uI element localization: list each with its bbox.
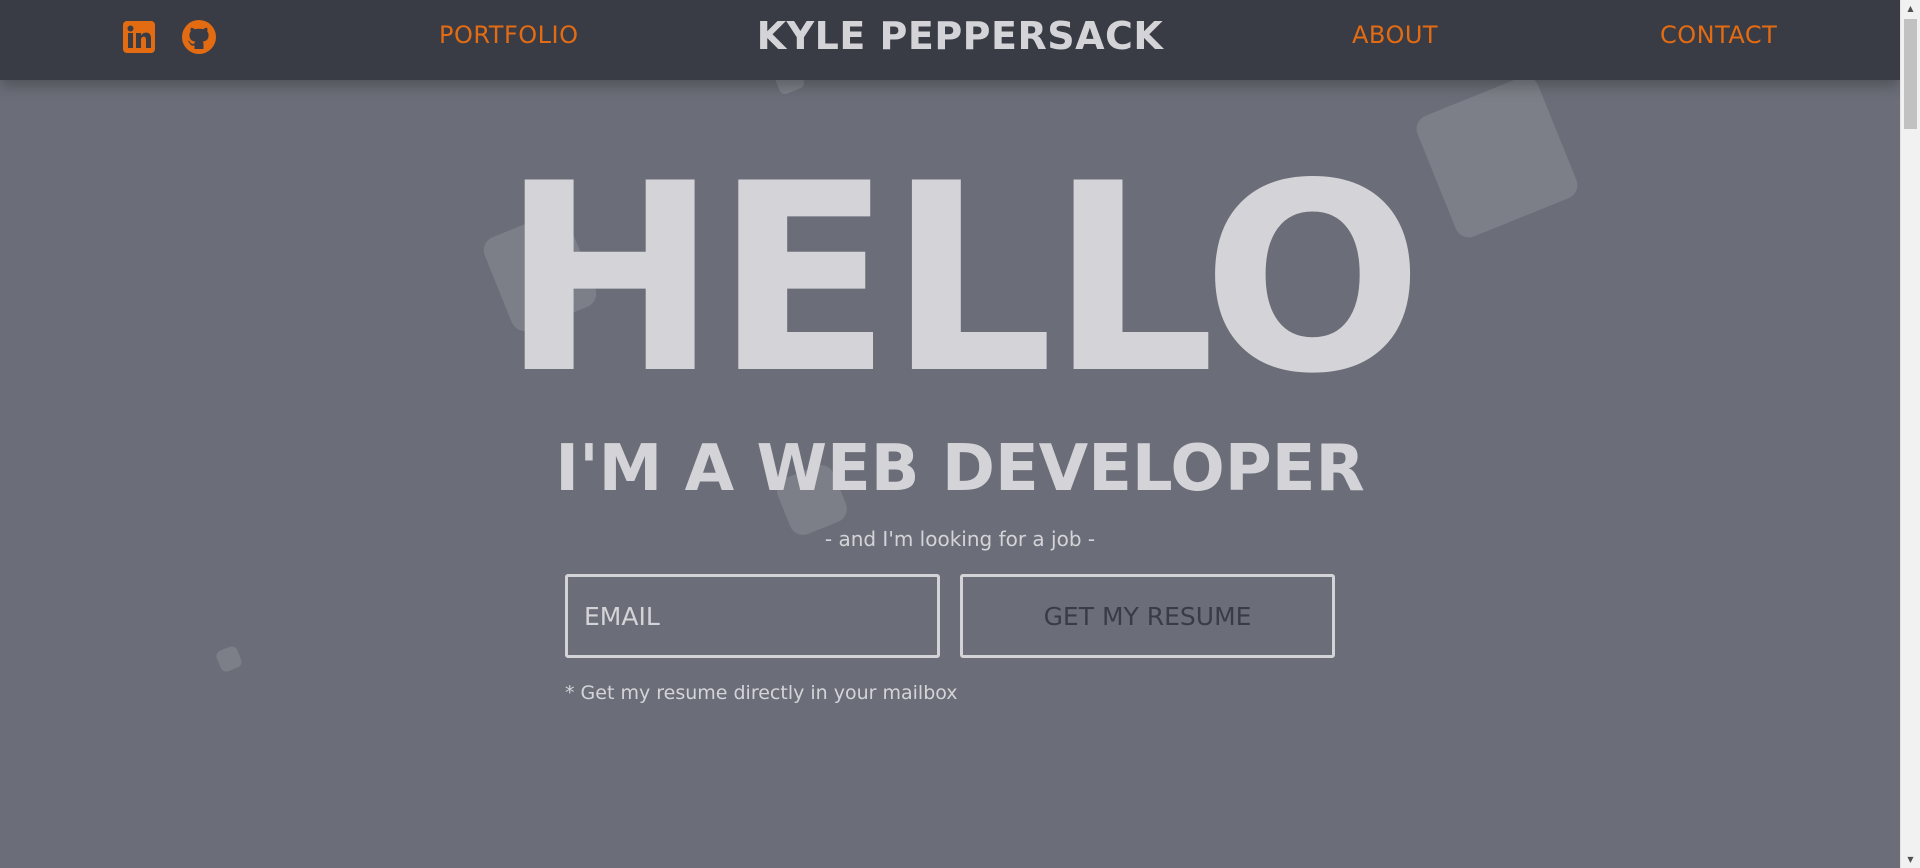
decorative-square <box>214 644 244 674</box>
scrollbar-thumb[interactable] <box>1904 19 1917 129</box>
nav-about-link[interactable]: ABOUT <box>1352 21 1438 49</box>
linkedin-link[interactable] <box>122 20 156 54</box>
brand-container: KYLE PEPPERSACK <box>0 14 1900 58</box>
linkedin-icon <box>123 21 155 53</box>
site-title[interactable]: KYLE PEPPERSACK <box>757 14 1164 58</box>
hero-greeting: HELLO <box>500 129 1423 431</box>
github-link[interactable] <box>182 20 216 54</box>
nav-portfolio-link[interactable]: PORTFOLIO <box>439 21 579 49</box>
email-input[interactable] <box>565 574 940 658</box>
github-icon <box>182 20 216 54</box>
scroll-down-arrow-icon[interactable]: ▼ <box>1901 851 1920 868</box>
get-resume-button[interactable]: GET MY RESUME <box>960 574 1335 658</box>
hero-tagline: I'M A WEB DEVELOPER <box>555 432 1365 506</box>
scroll-up-arrow-icon[interactable]: ▲ <box>1901 0 1920 17</box>
top-navbar: PORTFOLIO KYLE PEPPERSACK ABOUT CONTACT <box>0 0 1900 80</box>
resume-note: * Get my resume directly in your mailbox <box>565 682 958 704</box>
hero-subline: - and I'm looking for a job - <box>824 527 1096 551</box>
page: PORTFOLIO KYLE PEPPERSACK ABOUT CONTACT … <box>0 0 1900 868</box>
nav-contact-link[interactable]: CONTACT <box>1660 21 1777 49</box>
vertical-scrollbar[interactable]: ▲ ▼ <box>1900 0 1920 868</box>
